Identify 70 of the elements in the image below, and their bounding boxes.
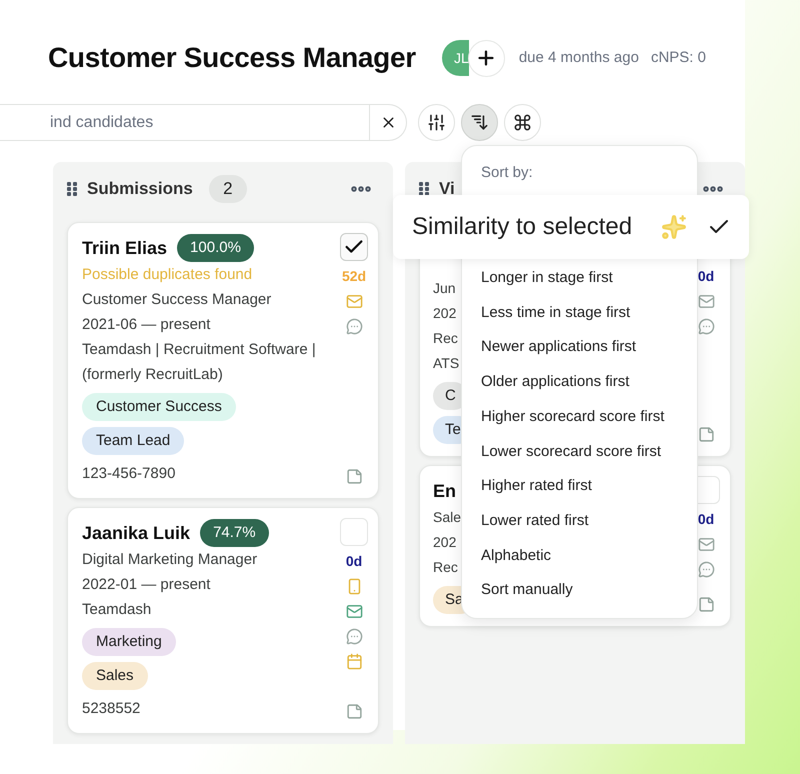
candidate-detail: Rec xyxy=(433,329,458,348)
candidate-name[interactable]: Triin Elias xyxy=(82,234,168,262)
filter-icon xyxy=(427,113,446,132)
candidate-detail: 2021-06 — present xyxy=(82,315,210,335)
tag: Sales xyxy=(82,662,148,690)
candidate-detail: 202 xyxy=(433,304,456,323)
sort-option[interactable]: Alphabetic xyxy=(462,538,697,574)
sort-option[interactable]: Newer applications first xyxy=(462,330,697,366)
tag: Team Lead xyxy=(82,427,184,455)
note-icon[interactable] xyxy=(346,468,362,485)
menu-heading: Sort by: xyxy=(480,163,534,183)
note-icon[interactable] xyxy=(698,596,714,613)
days-in-stage: 52d xyxy=(342,267,366,286)
toolbar-button[interactable] xyxy=(461,104,498,141)
candidate-detail: Jun xyxy=(433,279,456,298)
toolbar-button[interactable] xyxy=(418,104,455,141)
candidate-detail: Rec xyxy=(433,558,458,577)
candidate-card[interactable]: Triin Elias 100.0% Possible duplicates found Customer Success Manager 2021-06 — present Teamdash | Recruitment Software | (formerly RecruitLab) Customer Success Team Lead 123-456-7890 52d xyxy=(67,222,379,499)
toolbar-button[interactable] xyxy=(504,104,541,141)
match-score: 74.7% xyxy=(200,519,269,547)
search-field[interactable]: ind candidates xyxy=(0,104,407,141)
match-score: 100.0% xyxy=(177,234,254,262)
sort-icon xyxy=(470,113,489,132)
chat-icon[interactable] xyxy=(346,318,362,335)
days-in-stage: 0d xyxy=(698,510,714,529)
page-title: Customer Success Manager xyxy=(48,41,416,75)
mail-icon[interactable] xyxy=(698,536,714,553)
chat-icon[interactable] xyxy=(346,628,362,645)
note-icon[interactable] xyxy=(346,703,362,720)
select-checkbox[interactable] xyxy=(340,518,368,546)
candidate-detail: Teamdash xyxy=(82,600,152,620)
candidate-detail: Digital Marketing Manager xyxy=(82,550,258,570)
candidate-detail: 202 xyxy=(433,533,456,552)
candidate-detail: ATS xyxy=(433,354,460,373)
select-checkbox[interactable] xyxy=(340,233,368,261)
sort-option[interactable]: Less time in stage first xyxy=(462,296,697,330)
tag: Customer Success xyxy=(82,393,236,421)
mail-icon[interactable] xyxy=(346,603,362,620)
mail-icon[interactable] xyxy=(346,293,362,310)
candidate-detail: 2022-01 — present xyxy=(82,575,210,595)
count-badge: 2 xyxy=(208,175,247,203)
drag-handle-icon[interactable] xyxy=(67,182,77,196)
chat-icon[interactable] xyxy=(698,561,714,578)
calendar-icon[interactable] xyxy=(346,653,362,670)
sort-option[interactable]: Lower rated first xyxy=(462,504,697,538)
due-date: due 4 months ago xyxy=(518,48,639,68)
phone-number: 123-456-7890 xyxy=(82,464,176,484)
cnps-score: cNPS: 0 xyxy=(650,48,706,68)
candidate-name[interactable]: En xyxy=(433,478,456,504)
sort-option[interactable]: Higher rated first xyxy=(462,469,697,504)
candidate-detail: Teamdash | Recruitment Software | xyxy=(82,340,316,360)
add-member-button[interactable] xyxy=(468,40,505,76)
search-input[interactable]: ind candidates xyxy=(0,110,369,134)
candidate-detail: Customer Success Manager xyxy=(82,290,272,310)
candidate-name[interactable]: Jaanika Luik xyxy=(82,520,190,546)
mail-icon[interactable] xyxy=(698,293,714,310)
days-in-stage: 0d xyxy=(346,552,362,571)
sort-option[interactable]: Longer in stage first xyxy=(462,261,697,296)
column-title: Submissions xyxy=(87,178,193,200)
chat-icon[interactable] xyxy=(698,318,714,335)
candidate-detail: Sale xyxy=(433,508,462,527)
command-icon xyxy=(513,113,532,132)
days-in-stage: 0d xyxy=(698,267,714,286)
tag: Marketing xyxy=(82,628,176,656)
drag-handle-icon[interactable] xyxy=(419,182,429,196)
note-icon[interactable] xyxy=(698,426,714,443)
phone-number: 5238552 xyxy=(82,699,140,719)
candidate-card[interactable]: Jaanika Luik 74.7% Digital Marketing Manager 2022-01 — present Teamdash Marketing Sales 5238552 0d xyxy=(67,507,379,734)
candidate-detail: (formerly RecruitLab) xyxy=(82,365,223,385)
sort-option[interactable]: Similarity to selected xyxy=(393,195,749,259)
